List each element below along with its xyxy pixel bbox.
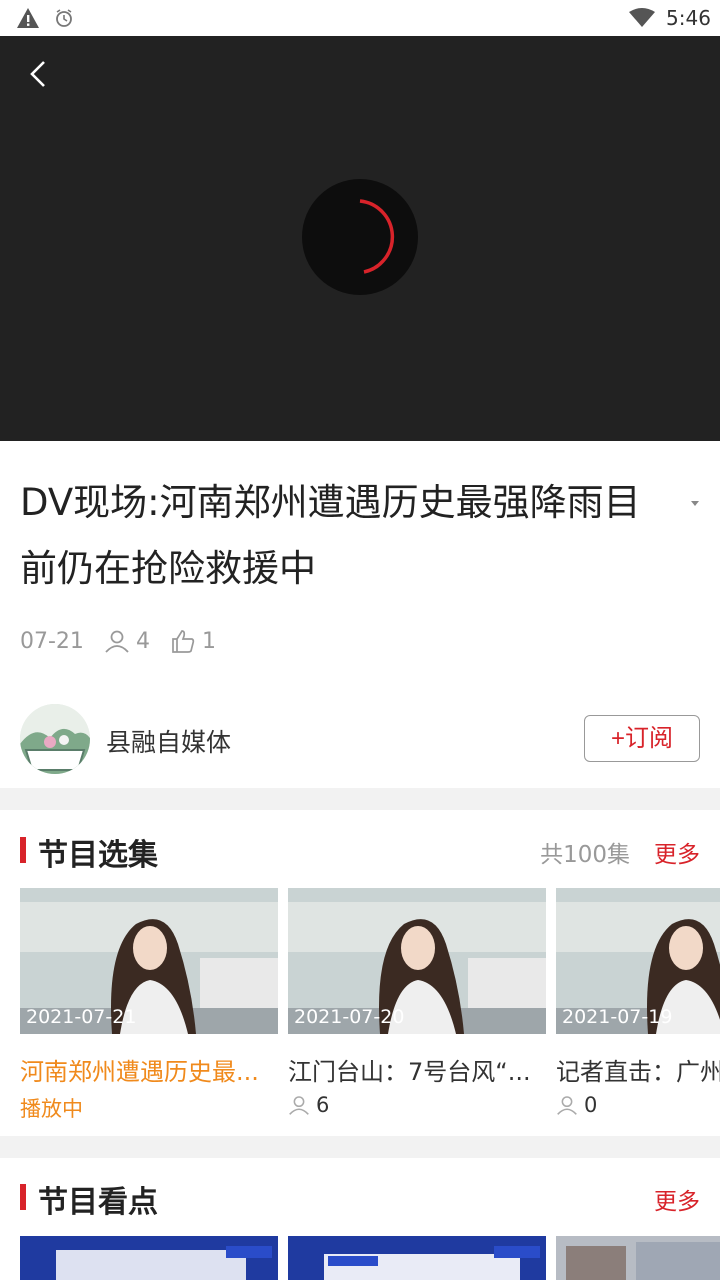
playing-status-label: 播放中	[20, 1097, 83, 1121]
episode-view-count: 0	[584, 1093, 598, 1117]
highlights-list	[20, 1236, 720, 1280]
section-accent-bar	[20, 837, 26, 863]
episode-title[interactable]: 河南郑州遭遇历史最...	[20, 1052, 278, 1087]
episode-card[interactable]: 2021-07-19 记者直击：广州 0	[556, 888, 720, 1117]
section-divider	[0, 1136, 720, 1158]
episode-thumbnail[interactable]: 2021-07-19	[556, 888, 720, 1034]
episode-title[interactable]: 记者直击：广州	[556, 1052, 720, 1087]
subscribe-button[interactable]: +订阅	[584, 715, 700, 762]
episode-title[interactable]: 江门台山：7号台风“...	[288, 1052, 546, 1087]
publish-date: 07-21	[20, 628, 84, 654]
highlights-more-link[interactable]: 更多	[654, 1182, 700, 1216]
episode-thumbnail[interactable]: 2021-07-20	[288, 888, 546, 1034]
loading-spinner-icon	[302, 179, 418, 295]
like-count-value: 1	[201, 628, 216, 654]
status-bar: 5:46	[0, 0, 720, 36]
like-count[interactable]: 1	[170, 628, 216, 654]
warning-icon	[16, 7, 40, 33]
episodes-section-header: 节目选集 共100集 更多	[20, 830, 700, 873]
highlight-thumbnail[interactable]	[20, 1236, 278, 1280]
video-meta: 07-21 4 1	[20, 626, 236, 656]
thumbs-up-icon[interactable]	[170, 628, 196, 654]
episodes-section-title: 节目选集	[38, 838, 158, 873]
wifi-icon	[628, 8, 656, 32]
person-icon	[557, 1096, 577, 1115]
episode-views: 6	[288, 1093, 546, 1117]
episode-date: 2021-07-19	[562, 1006, 673, 1028]
video-player[interactable]	[0, 36, 720, 441]
highlight-thumbnail[interactable]	[556, 1236, 720, 1280]
alarm-icon	[54, 8, 74, 32]
highlights-section-title: 节目看点	[38, 1185, 158, 1220]
playing-status: 播放中	[20, 1093, 278, 1123]
section-divider	[0, 788, 720, 810]
expand-chevron-icon[interactable]	[686, 494, 704, 512]
video-title: DV现场:河南郑州遭遇历史最强降雨目前仍在抢险救援中	[20, 481, 641, 590]
person-icon	[289, 1096, 309, 1115]
episode-count: 共100集	[540, 842, 630, 868]
highlight-thumbnail[interactable]	[288, 1236, 546, 1280]
status-time: 5:46	[666, 6, 711, 30]
author-row: 县融自媒体 +订阅	[20, 704, 700, 774]
video-title-block: DV现场:河南郑州遭遇历史最强降雨目前仍在抢险救援中	[20, 470, 660, 602]
person-icon	[105, 630, 129, 653]
episode-date: 2021-07-20	[294, 1006, 405, 1028]
episode-views: 0	[556, 1093, 720, 1117]
back-arrow-icon[interactable]	[22, 56, 62, 96]
view-count-value: 4	[135, 628, 150, 654]
episode-card[interactable]: 2021-07-20 江门台山：7号台风“... 6	[288, 888, 546, 1117]
episode-date: 2021-07-21	[26, 1006, 137, 1028]
view-count: 4	[104, 628, 150, 654]
section-accent-bar	[20, 1184, 26, 1210]
avatar[interactable]	[20, 704, 90, 774]
episode-thumbnail[interactable]: 2021-07-21	[20, 888, 278, 1034]
highlights-section-header: 节目看点 更多	[20, 1177, 700, 1220]
author-name[interactable]: 县融自媒体	[106, 723, 231, 759]
episodes-more-link[interactable]: 更多	[654, 835, 700, 869]
episodes-list: 2021-07-21 河南郑州遭遇历史最... 播放中 2021-07-20 江…	[20, 888, 720, 1128]
episode-view-count: 6	[316, 1093, 330, 1117]
episode-card[interactable]: 2021-07-21 河南郑州遭遇历史最... 播放中	[20, 888, 278, 1123]
